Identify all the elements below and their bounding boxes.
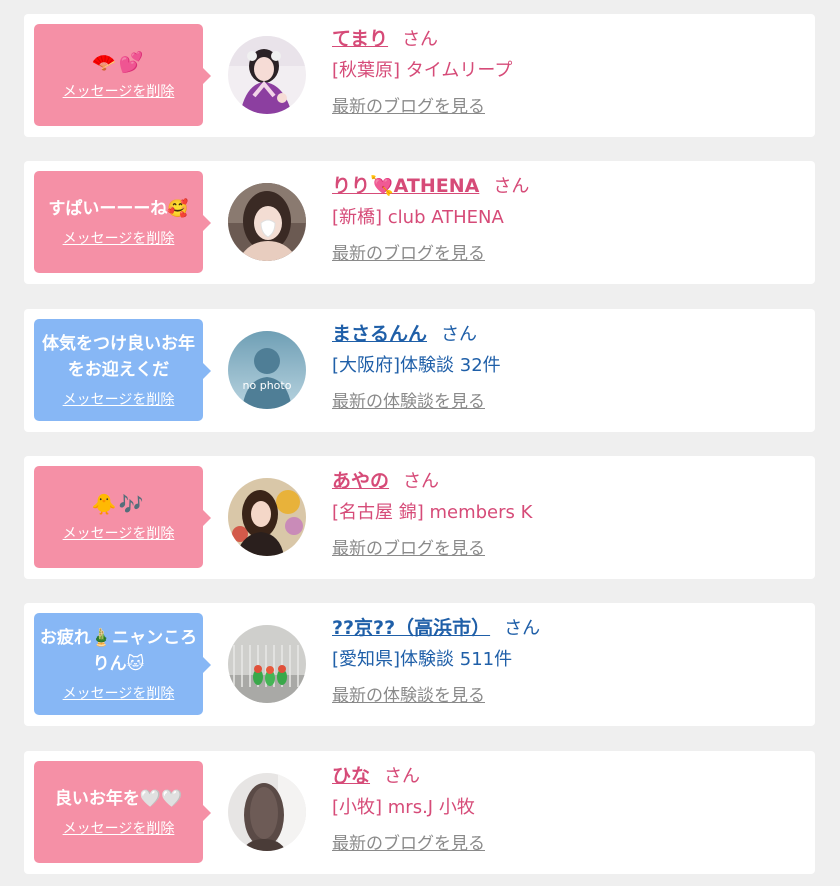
shop-label: [新橋] club ATHENA	[332, 207, 504, 228]
latest-review-link[interactable]: 最新の体験談を見る	[332, 390, 485, 414]
avatar[interactable]	[228, 478, 306, 556]
message-bubble: 良いお年を🤍🤍 メッセージを削除	[34, 761, 211, 863]
shop-label: [大阪府]体験談 32件	[332, 355, 501, 376]
honorific: さん	[403, 471, 440, 492]
member-name-link[interactable]: まさるんん	[332, 323, 427, 345]
honorific: さん	[402, 29, 439, 50]
delete-message-link[interactable]: メッセージを削除	[63, 523, 175, 543]
member-info: てまり さん [秋葉原] タイムリープ 最新のブログを見る	[332, 24, 805, 119]
no-photo-silhouette-icon: no photo	[228, 331, 306, 409]
message-text: 🐥🎶	[91, 492, 146, 516]
delete-message-link[interactable]: メッセージを削除	[63, 81, 175, 101]
message-bubble: 体気をつけ良いお年をお迎えくだ メッセージを削除	[34, 319, 211, 421]
member-name-link[interactable]: あやの	[332, 470, 389, 492]
no-photo-caption: no photo	[243, 379, 292, 392]
honorific: さん	[504, 618, 541, 639]
delete-message-link[interactable]: メッセージを削除	[63, 389, 175, 409]
message-text: すぱいーーーね🥰	[48, 199, 189, 219]
list-item: 🐥🎶 メッセージを削除 あやの さん [名古屋 錦] members K 最新のブ…	[24, 456, 815, 579]
message-bubble: お疲れ🎍ニャンころりん🐱 メッセージを削除	[34, 613, 211, 715]
message-text: 良いお年を🤍🤍	[54, 789, 183, 809]
honorific: さん	[441, 324, 478, 345]
delete-message-link[interactable]: メッセージを削除	[63, 683, 175, 703]
message-text: お疲れ🎍ニャンころりん🐱	[39, 628, 198, 674]
woman-portrait-photo-icon	[228, 183, 306, 261]
avatar[interactable]	[228, 36, 306, 114]
message-list: 🪭💕 メッセージを削除 てまり さん [秋葉原] タイムリープ 最新のブログを見る	[0, 0, 840, 886]
list-item: すぱいーーーね🥰 メッセージを削除 りり💘ATHENA さん [新橋] club …	[24, 161, 815, 284]
message-bubble: 🐥🎶 メッセージを削除	[34, 466, 211, 568]
list-item: 🪭💕 メッセージを削除 てまり さん [秋葉原] タイムリープ 最新のブログを見る	[24, 14, 815, 137]
avatar[interactable]: no photo	[228, 331, 306, 409]
shop-label: [名古屋 錦] members K	[332, 502, 533, 523]
latest-review-link[interactable]: 最新の体験談を見る	[332, 684, 485, 708]
member-info: まさるんん さん [大阪府]体験談 32件 最新の体験談を見る	[332, 319, 805, 414]
latest-post-link[interactable]: 最新のブログを見る	[332, 95, 485, 119]
list-item: お疲れ🎍ニャンころりん🐱 メッセージを削除 ??京??（高浜市） さん [愛知県…	[24, 603, 815, 726]
member-name-link[interactable]: てまり	[332, 28, 388, 50]
shop-label: [小牧] mrs.J 小牧	[332, 797, 475, 818]
message-text: 🪭💕	[91, 50, 146, 74]
delete-message-link[interactable]: メッセージを削除	[63, 818, 175, 838]
message-bubble: すぱいーーーね🥰 メッセージを削除	[34, 171, 211, 273]
honorific: さん	[493, 176, 530, 197]
latest-post-link[interactable]: 最新のブログを見る	[332, 537, 485, 561]
member-info: りり💘ATHENA さん [新橋] club ATHENA 最新のブログを見る	[332, 171, 805, 266]
woman-back-hair-photo-icon	[228, 773, 306, 851]
woman-in-pink-kimono-photo-icon	[228, 36, 306, 114]
avatar[interactable]	[228, 625, 306, 703]
message-bubble: 🪭💕 メッセージを削除	[34, 24, 211, 126]
member-info: ひな さん [小牧] mrs.J 小牧 最新のブログを見る	[332, 761, 805, 856]
avatar[interactable]	[228, 773, 306, 851]
member-info: ??京??（高浜市） さん [愛知県]体験談 511件 最新の体験談を見る	[332, 613, 805, 708]
member-name-link[interactable]: りり💘ATHENA	[332, 175, 479, 197]
member-name-link[interactable]: ??京??（高浜市）	[332, 617, 490, 639]
member-name-link[interactable]: ひな	[332, 765, 370, 787]
parrots-in-cage-photo-icon	[228, 625, 306, 703]
latest-post-link[interactable]: 最新のブログを見る	[332, 832, 485, 856]
list-item: 体気をつけ良いお年をお迎えくだ メッセージを削除 no photo まさるんんさ…	[24, 309, 815, 432]
message-text: 体気をつけ良いお年をお迎えくだ	[42, 334, 195, 380]
woman-with-flowers-photo-icon	[228, 478, 306, 556]
avatar[interactable]	[228, 183, 306, 261]
delete-message-link[interactable]: メッセージを削除	[63, 228, 175, 248]
latest-post-link[interactable]: 最新のブログを見る	[332, 242, 485, 266]
shop-label: [愛知県]体験談 511件	[332, 649, 513, 670]
honorific: さん	[384, 766, 421, 787]
shop-label: [秋葉原] タイムリープ	[332, 60, 513, 81]
member-info: あやの さん [名古屋 錦] members K 最新のブログを見る	[332, 466, 805, 561]
list-item: 良いお年を🤍🤍 メッセージを削除 ひな さん [小牧] mrs.J 小牧 最新のブ…	[24, 751, 815, 874]
